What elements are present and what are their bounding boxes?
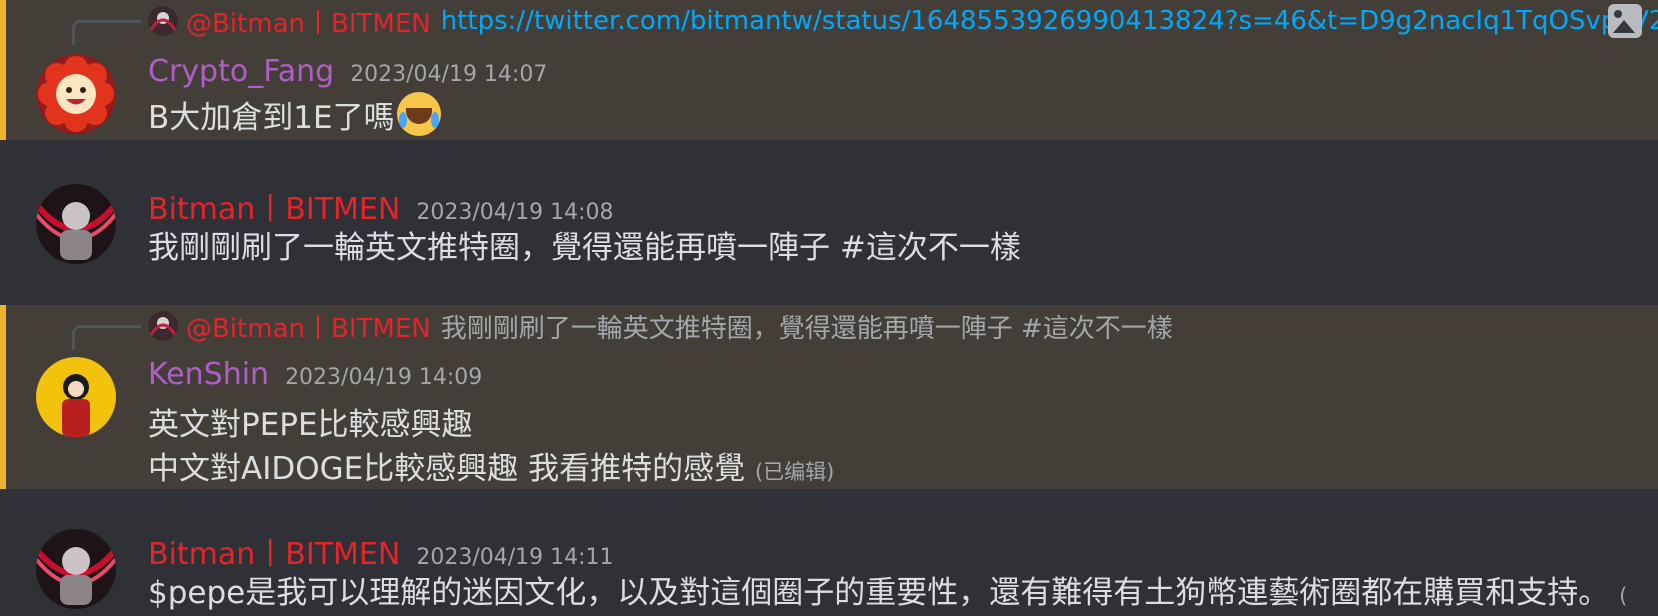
message-crypto-fang: @Bitman丨BITMEN https://twitter.com/bitma… xyxy=(0,0,1658,140)
image-icon[interactable] xyxy=(1608,4,1642,38)
avatar[interactable] xyxy=(36,529,116,609)
reply-author[interactable]: @Bitman丨BITMEN xyxy=(186,3,431,40)
message-kenshin: @Bitman丨BITMEN 我剛剛刷了一輪英文推特圈，覺得還能再噴一陣子 #這… xyxy=(0,305,1658,489)
edited-label: (已编辑) xyxy=(754,460,835,484)
message-content: $pepe是我可以理解的迷因文化，以及對這個圈子的重要性，還有難得有土狗幣連藝術… xyxy=(148,567,1627,612)
message-header: Crypto_Fang 2023/04/19 14:07 xyxy=(148,54,547,89)
message-bitman-1: Bitman丨BITMEN 2023/04/19 14:08 我剛剛刷了一輪英文… xyxy=(0,140,1658,300)
reply-connector xyxy=(72,20,141,45)
username[interactable]: KenShin xyxy=(148,357,269,392)
avatar[interactable] xyxy=(36,184,116,264)
reply-preview[interactable]: @Bitman丨BITMEN https://twitter.com/bitma… xyxy=(148,6,1658,39)
reply-avatar xyxy=(148,311,178,341)
message-text: $pepe是我可以理解的迷因文化，以及對這個圈子的重要性，還有難得有土狗幣連藝術… xyxy=(148,575,1610,611)
joy-emoji xyxy=(396,92,441,136)
message-text: B大加倉到1E了嗎 xyxy=(148,100,395,136)
avatar[interactable] xyxy=(36,357,116,437)
reply-link[interactable]: https://twitter.com/bitmantw/status/1648… xyxy=(441,6,1658,36)
username[interactable]: Crypto_Fang xyxy=(148,54,334,89)
message-text: 中文對AIDOGE比較感興趣 我看推特的感覺 xyxy=(148,451,746,487)
reply-preview[interactable]: @Bitman丨BITMEN 我剛剛刷了一輪英文推特圈，覺得還能再噴一陣子 #這… xyxy=(148,311,1173,344)
timestamp[interactable]: 2023/04/19 14:07 xyxy=(350,62,547,87)
edited-label: ( xyxy=(1619,584,1628,608)
message-line-2: 中文對AIDOGE比較感興趣 我看推特的感覺 (已编辑) xyxy=(148,443,834,488)
reply-connector xyxy=(72,325,141,350)
message-content: B大加倉到1E了嗎 xyxy=(148,92,441,137)
reply-author[interactable]: @Bitman丨BITMEN xyxy=(186,308,431,345)
message-text: 我剛剛刷了一輪英文推特圈，覺得還能再噴一陣子 #這次不一樣 xyxy=(148,230,1021,266)
message-bitman-2: Bitman丨BITMEN 2023/04/19 14:11 $pepe是我可以… xyxy=(0,489,1658,616)
message-line-1: 英文對PEPE比較感興趣 xyxy=(148,407,473,443)
reply-avatar xyxy=(148,6,178,36)
reply-text[interactable]: 我剛剛刷了一輪英文推特圈，覺得還能再噴一陣子 #這次不一樣 xyxy=(441,308,1173,345)
timestamp[interactable]: 2023/04/19 14:09 xyxy=(285,365,482,390)
avatar[interactable] xyxy=(36,54,116,134)
message-header: KenShin 2023/04/19 14:09 xyxy=(148,357,482,392)
